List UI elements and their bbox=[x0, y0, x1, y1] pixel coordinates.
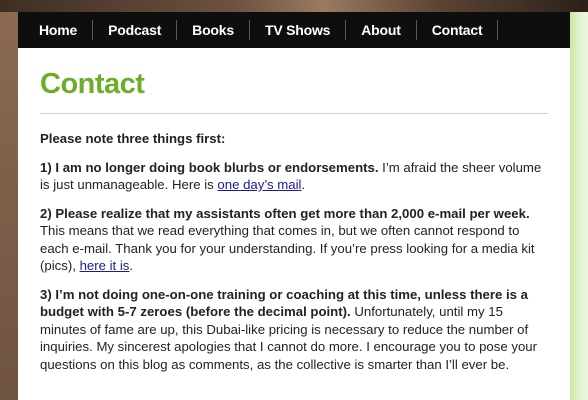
paragraph-blurbs-bold: 1) I am no longer doing book blurbs or e… bbox=[40, 159, 379, 175]
left-background bbox=[0, 12, 18, 400]
one-days-mail-link[interactable]: one day’s mail bbox=[217, 177, 301, 192]
page-title: Contact bbox=[40, 68, 145, 100]
nav-tv-shows[interactable]: TV Shows bbox=[250, 20, 347, 40]
intro-note: Please note three things first: bbox=[40, 131, 226, 146]
header-photo-strip bbox=[0, 0, 588, 12]
nav-podcast[interactable]: Podcast bbox=[93, 20, 178, 40]
main-nav: Home Podcast Books TV Shows About Contac… bbox=[18, 12, 570, 48]
paragraph-email-volume-bold: 2) Please realize that my assistants oft… bbox=[40, 205, 530, 221]
nav-home[interactable]: Home bbox=[24, 20, 94, 40]
nav-about[interactable]: About bbox=[346, 20, 417, 40]
paragraph-email-volume: 2) Please realize that my assistants oft… bbox=[40, 205, 548, 275]
media-kit-link[interactable]: here it is bbox=[80, 258, 130, 273]
paragraph-coaching: 3) I’m not doing one-on-one training or … bbox=[40, 286, 548, 374]
nav-books[interactable]: Books bbox=[177, 20, 250, 40]
paragraph-blurbs: 1) I am no longer doing book blurbs or e… bbox=[40, 159, 548, 194]
paragraph-email-volume-end: . bbox=[129, 258, 134, 273]
title-divider bbox=[40, 113, 548, 114]
nav-contact[interactable]: Contact bbox=[417, 20, 499, 40]
paragraph-blurbs-end: . bbox=[301, 177, 306, 192]
right-background bbox=[570, 12, 588, 400]
content-area: Contact Please note three things first: … bbox=[18, 48, 570, 400]
